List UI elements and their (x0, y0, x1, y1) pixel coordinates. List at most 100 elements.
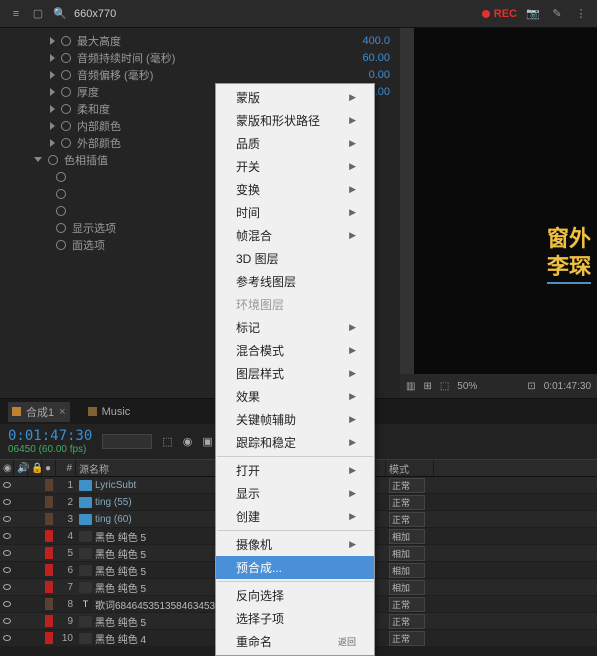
stopwatch-icon[interactable] (61, 36, 71, 46)
blend-mode-select[interactable]: 正常 (389, 495, 425, 510)
expand-icon[interactable] (50, 37, 55, 45)
tab-comp1[interactable]: 合成1 × (8, 402, 70, 422)
menu-item[interactable]: 图层样式▶ (216, 362, 374, 385)
property-value[interactable]: 0.00 (369, 69, 390, 81)
menu-item[interactable]: 变换▶ (216, 178, 374, 201)
blend-mode-select[interactable]: 相加 (389, 546, 425, 561)
visibility-toggle[interactable] (3, 601, 11, 607)
stopwatch-icon[interactable] (61, 87, 71, 97)
menu-item[interactable]: 时间▶ (216, 201, 374, 224)
blend-mode-select[interactable]: 正常 (389, 478, 425, 493)
visibility-toggle[interactable] (3, 618, 11, 624)
menu-item[interactable]: 蒙版和形状路径▶ (216, 109, 374, 132)
menu-item[interactable]: 混合模式▶ (216, 339, 374, 362)
stopwatch-icon[interactable] (61, 138, 71, 148)
camera-icon[interactable]: 📷 (525, 6, 541, 22)
stopwatch-icon[interactable] (56, 172, 66, 182)
3d-icon[interactable]: ⬚ (440, 381, 449, 392)
property-value[interactable]: 400.0 (362, 35, 390, 47)
menu-item[interactable]: 选择子项 (216, 607, 374, 630)
search-icon[interactable]: 🔍 (52, 6, 68, 22)
label-color[interactable] (45, 513, 53, 525)
menu-item[interactable]: 参考线图层 (216, 270, 374, 293)
menu-item[interactable]: 显示▶ (216, 482, 374, 505)
visibility-toggle[interactable] (3, 533, 11, 539)
visibility-toggle[interactable] (3, 482, 11, 488)
search-input[interactable] (74, 8, 144, 20)
blend-mode-select[interactable]: 相加 (389, 580, 425, 595)
expand-icon[interactable] (50, 71, 55, 79)
stopwatch-icon[interactable] (56, 240, 66, 250)
mask-mode-icon[interactable]: ▥ (406, 381, 415, 392)
label-color[interactable] (45, 564, 53, 576)
visibility-toggle[interactable] (3, 499, 11, 505)
col-label[interactable]: ● (42, 460, 56, 476)
menu-item[interactable]: 反向选择 (216, 584, 374, 607)
blend-mode-select[interactable]: 相加 (389, 529, 425, 544)
col-visibility[interactable]: ◉ (0, 460, 14, 476)
blend-mode-select[interactable]: 正常 (389, 512, 425, 527)
visibility-toggle[interactable] (3, 567, 11, 573)
current-timecode[interactable]: 0:01:47:30 (8, 428, 92, 444)
blend-mode-select[interactable]: 正常 (389, 631, 425, 646)
expand-icon[interactable] (50, 122, 55, 130)
record-button[interactable]: REC (482, 8, 517, 20)
label-color[interactable] (45, 496, 53, 508)
visibility-toggle[interactable] (3, 584, 11, 590)
edit-icon[interactable]: ✎ (549, 6, 565, 22)
visibility-toggle[interactable] (3, 516, 11, 522)
label-color[interactable] (45, 479, 53, 491)
menu-icon[interactable]: ≡ (8, 6, 24, 22)
tab-music[interactable]: Music (84, 404, 135, 420)
menu-item[interactable]: 开关▶ (216, 155, 374, 178)
label-color[interactable] (45, 598, 53, 610)
menu-item[interactable]: 3D 图层 (216, 247, 374, 270)
property-row[interactable]: 最大高度 400.0 (10, 32, 390, 49)
menu-item-precompose[interactable]: 预合成... (216, 556, 374, 579)
menu-item[interactable]: 打开▶ (216, 459, 374, 482)
menu-item[interactable]: 效果▶ (216, 385, 374, 408)
expand-icon[interactable] (50, 88, 55, 96)
label-color[interactable] (45, 581, 53, 593)
menu-item[interactable]: 帧混合▶ (216, 224, 374, 247)
stopwatch-icon[interactable] (56, 189, 66, 199)
col-mode[interactable]: 模式 (386, 460, 434, 476)
visibility-toggle[interactable] (3, 635, 11, 641)
timeline-tool-icon[interactable]: ◉ (183, 435, 193, 448)
property-value[interactable]: 60.00 (362, 52, 390, 64)
close-icon[interactable]: × (59, 406, 65, 418)
stopwatch-icon[interactable] (56, 206, 66, 216)
property-row[interactable]: 音频持续时间 (毫秒) 60.00 (10, 49, 390, 66)
col-lock[interactable]: 🔒 (28, 460, 42, 476)
expand-icon[interactable] (50, 105, 55, 113)
menu-item[interactable]: 品质▶ (216, 132, 374, 155)
zoom-value[interactable]: 50% (457, 381, 477, 392)
stopwatch-icon[interactable] (56, 223, 66, 233)
col-audio[interactable]: 🔊 (14, 460, 28, 476)
grid-icon[interactable]: ⊞ (423, 381, 431, 392)
menu-item[interactable]: 跟踪和稳定▶ (216, 431, 374, 454)
blend-mode-select[interactable]: 正常 (389, 614, 425, 629)
visibility-toggle[interactable] (3, 550, 11, 556)
stopwatch-icon[interactable] (61, 104, 71, 114)
menu-item[interactable]: 创建▶ (216, 505, 374, 528)
stopwatch-icon[interactable] (48, 155, 58, 165)
label-color[interactable] (45, 547, 53, 559)
label-color[interactable] (45, 530, 53, 542)
menu-item[interactable]: 关键帧辅助▶ (216, 408, 374, 431)
res-icon[interactable]: ⊡ (527, 381, 535, 392)
stopwatch-icon[interactable] (61, 121, 71, 131)
expand-icon[interactable] (34, 157, 42, 162)
stopwatch-icon[interactable] (61, 53, 71, 63)
expand-icon[interactable] (50, 139, 55, 147)
col-number[interactable]: # (56, 460, 76, 476)
menu-item[interactable]: 标记▶ (216, 316, 374, 339)
timeline-tool-icon[interactable]: ⬚ (162, 435, 172, 448)
blend-mode-select[interactable]: 正常 (389, 597, 425, 612)
stopwatch-icon[interactable] (61, 70, 71, 80)
blend-mode-select[interactable]: 相加 (389, 563, 425, 578)
menu-item[interactable]: 摄像机▶ (216, 533, 374, 556)
overflow-icon[interactable]: ⋮ (573, 6, 589, 22)
menu-item[interactable]: 蒙版▶ (216, 86, 374, 109)
preview-timecode[interactable]: 0:01:47:30 (544, 381, 591, 392)
